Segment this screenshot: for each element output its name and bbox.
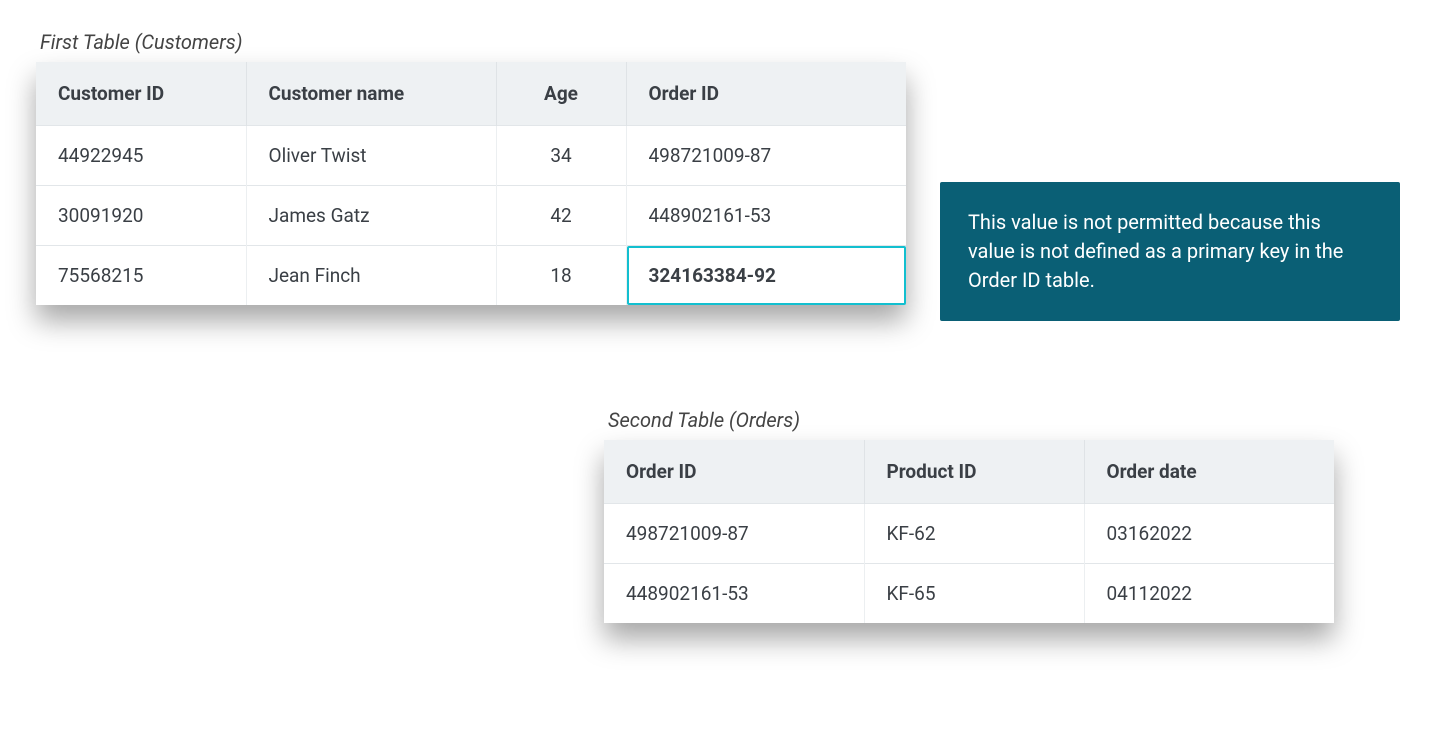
cell-age: 18 [496,246,626,306]
cell-order-id: 448902161-53 [604,564,864,624]
cell-order-id: 498721009-87 [604,504,864,564]
cell-customer-id: 30091920 [36,186,246,246]
customers-table: Customer ID Customer name Age Order ID 4… [36,62,906,305]
customers-table-wrap: Customer ID Customer name Age Order ID 4… [36,62,906,305]
orders-table: Order ID Product ID Order date 498721009… [604,440,1334,623]
customers-caption: First Table (Customers) [36,30,906,54]
table-row: 30091920 James Gatz 42 448902161-53 [36,186,906,246]
col-customer-id: Customer ID [36,62,246,126]
col-customer-name: Customer name [246,62,496,126]
validation-callout: This value is not permitted because this… [940,182,1400,321]
cell-product-id: KF-62 [864,504,1084,564]
table-row: 448902161-53 KF-65 04112022 [604,564,1334,624]
orders-table-wrap: Order ID Product ID Order date 498721009… [604,440,1334,623]
cell-age: 42 [496,186,626,246]
table-row: 498721009-87 KF-62 03162022 [604,504,1334,564]
cell-order-id: 498721009-87 [626,126,906,186]
customers-header-row: Customer ID Customer name Age Order ID [36,62,906,126]
table-row: 75568215 Jean Finch 18 324163384-92 [36,246,906,306]
col-order-id: Order ID [626,62,906,126]
col-product-id: Product ID [864,440,1084,504]
customers-table-block: First Table (Customers) Customer ID Cust… [36,30,906,305]
cell-age: 34 [496,126,626,186]
orders-table-block: Second Table (Orders) Order ID Product I… [604,408,1334,623]
cell-customer-name: Jean Finch [246,246,496,306]
cell-customer-id: 44922945 [36,126,246,186]
col-order-date: Order date [1084,440,1334,504]
cell-product-id: KF-65 [864,564,1084,624]
col-order-id: Order ID [604,440,864,504]
table-row: 44922945 Oliver Twist 34 498721009-87 [36,126,906,186]
cell-customer-name: James Gatz [246,186,496,246]
orders-header-row: Order ID Product ID Order date [604,440,1334,504]
cell-order-id-invalid: 324163384-92 [626,246,906,306]
cell-order-date: 03162022 [1084,504,1334,564]
orders-caption: Second Table (Orders) [604,408,1334,432]
cell-order-id: 448902161-53 [626,186,906,246]
col-age: Age [496,62,626,126]
cell-customer-id: 75568215 [36,246,246,306]
cell-customer-name: Oliver Twist [246,126,496,186]
cell-order-date: 04112022 [1084,564,1334,624]
